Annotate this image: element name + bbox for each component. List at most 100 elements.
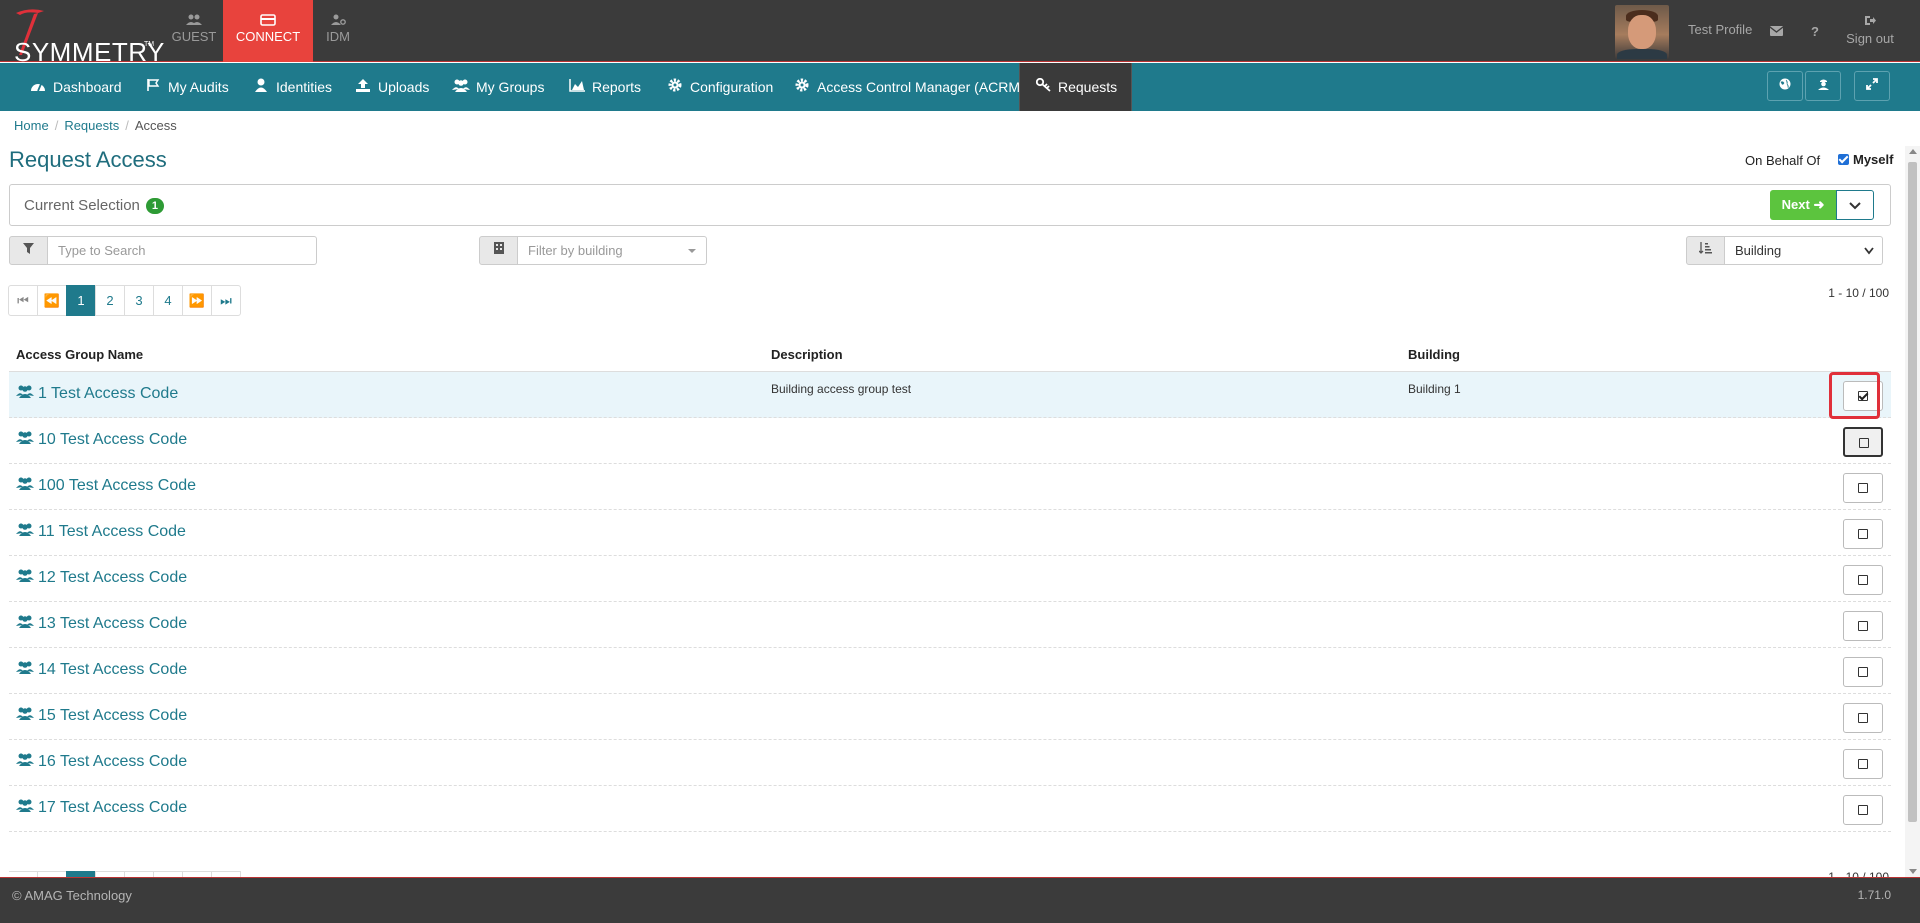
nav-requests[interactable]: Requests [1019, 63, 1133, 112]
row-select-button[interactable] [1843, 611, 1883, 641]
table-row[interactable]: 15 Test Access Code [9, 694, 1891, 740]
access-group-link[interactable]: 14 Test Access Code [16, 661, 187, 679]
app-tab-guest[interactable]: GUEST [164, 0, 224, 62]
column-header-name[interactable]: Access Group Name [16, 347, 143, 362]
last-page-button[interactable]: ⏭ [211, 285, 241, 316]
table-row[interactable]: 10 Test Access Code [9, 418, 1891, 464]
table-row[interactable]: 11 Test Access Code [9, 510, 1891, 556]
table-row[interactable]: 13 Test Access Code [9, 602, 1891, 648]
next-button[interactable]: Next ➜ [1770, 190, 1836, 220]
users-icon [16, 707, 34, 723]
myself-checkbox[interactable]: Myself [1838, 152, 1893, 167]
user-secret-button[interactable] [1805, 71, 1841, 101]
next-page-button[interactable]: ⏩ [182, 285, 212, 316]
access-group-link[interactable]: 16 Test Access Code [16, 753, 187, 771]
nav-reports[interactable]: Reports [568, 63, 641, 111]
breadcrumb-requests[interactable]: Requests [64, 118, 119, 133]
envelope-icon[interactable] [1769, 24, 1784, 39]
nav-label: My Audits [168, 79, 229, 95]
help-icon[interactable]: ? [1811, 24, 1819, 39]
nav-label: Uploads [378, 79, 430, 95]
scroll-thumb[interactable] [1908, 162, 1917, 822]
backward-icon: ⏪ [43, 293, 61, 308]
nav-configuration[interactable]: Configuration [666, 63, 773, 111]
profile-name[interactable]: Test Profile [1688, 22, 1752, 37]
signout-button[interactable]: Sign out [1844, 14, 1896, 46]
row-select-button[interactable] [1843, 427, 1883, 457]
caret-down-icon [688, 249, 696, 253]
users-icon [16, 477, 34, 493]
building-filter-select[interactable]: Filter by building [518, 236, 707, 265]
breadcrumb-home[interactable]: Home [14, 118, 49, 133]
access-group-link[interactable]: 1 Test Access Code [16, 385, 178, 403]
expand-icon [1866, 78, 1878, 90]
app-tab-connect[interactable]: CONNECT [223, 0, 313, 62]
page-1[interactable]: 1 [66, 285, 96, 316]
column-header-description[interactable]: Description [771, 347, 843, 362]
nav-label: Access Control Manager (ACRM) [817, 79, 1025, 95]
key-icon [1034, 64, 1052, 112]
nav-uploads[interactable]: Uploads [354, 63, 429, 111]
table-row[interactable]: 100 Test Access Code [9, 464, 1891, 510]
row-select-button[interactable] [1843, 657, 1883, 687]
square-icon [1858, 667, 1868, 677]
access-group-link[interactable]: 13 Test Access Code [16, 615, 187, 633]
app-tab-label: GUEST [171, 29, 217, 44]
access-group-link[interactable]: 15 Test Access Code [16, 707, 187, 725]
search-input[interactable]: Type to Search [48, 236, 317, 265]
first-page-button[interactable]: ⏮ [8, 285, 38, 316]
square-icon [1858, 713, 1868, 723]
row-select-button[interactable] [1843, 795, 1883, 825]
users-icon [16, 753, 34, 769]
nav-acrm[interactable]: Access Control Manager (ACRM) [793, 63, 1025, 111]
prev-page-button[interactable]: ⏪ [37, 285, 67, 316]
table-row[interactable]: 16 Test Access Code [9, 740, 1891, 786]
access-group-link[interactable]: 12 Test Access Code [16, 569, 187, 587]
access-group-link[interactable]: 100 Test Access Code [16, 477, 196, 495]
users-icon [16, 661, 34, 677]
next-dropdown-toggle[interactable] [1836, 190, 1874, 220]
table-row[interactable]: 12 Test Access Code [9, 556, 1891, 602]
user-gear-icon [331, 14, 346, 25]
row-select-button[interactable] [1843, 565, 1883, 595]
area-chart-icon [568, 64, 586, 112]
avatar[interactable] [1615, 5, 1669, 59]
table-row[interactable]: 14 Test Access Code [9, 648, 1891, 694]
current-selection-label[interactable]: Current Selection 1 [24, 197, 164, 214]
access-group-link[interactable]: 17 Test Access Code [16, 799, 187, 817]
page-2[interactable]: 2 [95, 285, 125, 316]
row-select-button[interactable] [1843, 703, 1883, 733]
fullscreen-button[interactable] [1854, 71, 1890, 101]
sort-select[interactable]: Building [1725, 236, 1883, 265]
table-row[interactable]: 17 Test Access Code [9, 786, 1891, 832]
footer: © AMAG Technology 1.71.0 [0, 877, 1920, 923]
page-3[interactable]: 3 [124, 285, 154, 316]
upload-icon [354, 64, 372, 112]
row-select-button[interactable] [1843, 381, 1883, 411]
row-select-button[interactable] [1843, 519, 1883, 549]
signout-label: Sign out [1846, 31, 1894, 46]
nav-label: Dashboard [53, 79, 122, 95]
row-select-button[interactable] [1843, 749, 1883, 779]
nav-my-audits[interactable]: My Audits [144, 63, 229, 111]
row-select-button[interactable] [1843, 473, 1883, 503]
app-tab-idm[interactable]: IDM [313, 0, 363, 62]
globe-button[interactable] [1767, 71, 1803, 101]
scroll-up-icon[interactable] [1909, 149, 1917, 154]
page-scrollbar[interactable] [1905, 146, 1920, 877]
building-cell: Building 1 [1408, 382, 1461, 396]
users-icon [16, 385, 34, 401]
nav-identities[interactable]: Identities [252, 63, 332, 111]
page-4[interactable]: 4 [153, 285, 183, 316]
column-header-building[interactable]: Building [1408, 347, 1460, 362]
scroll-down-icon[interactable] [1909, 869, 1917, 874]
symmetry-logo[interactable]: SYMMETRY TM [8, 5, 164, 67]
access-group-link[interactable]: 10 Test Access Code [16, 431, 187, 449]
nav-dashboard[interactable]: Dashboard [29, 63, 122, 111]
access-group-link[interactable]: 11 Test Access Code [16, 523, 186, 541]
nav-my-groups[interactable]: My Groups [452, 63, 544, 111]
users-icon [16, 615, 34, 631]
user-secret-icon [1817, 79, 1829, 90]
table-row[interactable]: 1 Test Access Code Building access group … [9, 372, 1891, 418]
building-icon [479, 236, 518, 265]
